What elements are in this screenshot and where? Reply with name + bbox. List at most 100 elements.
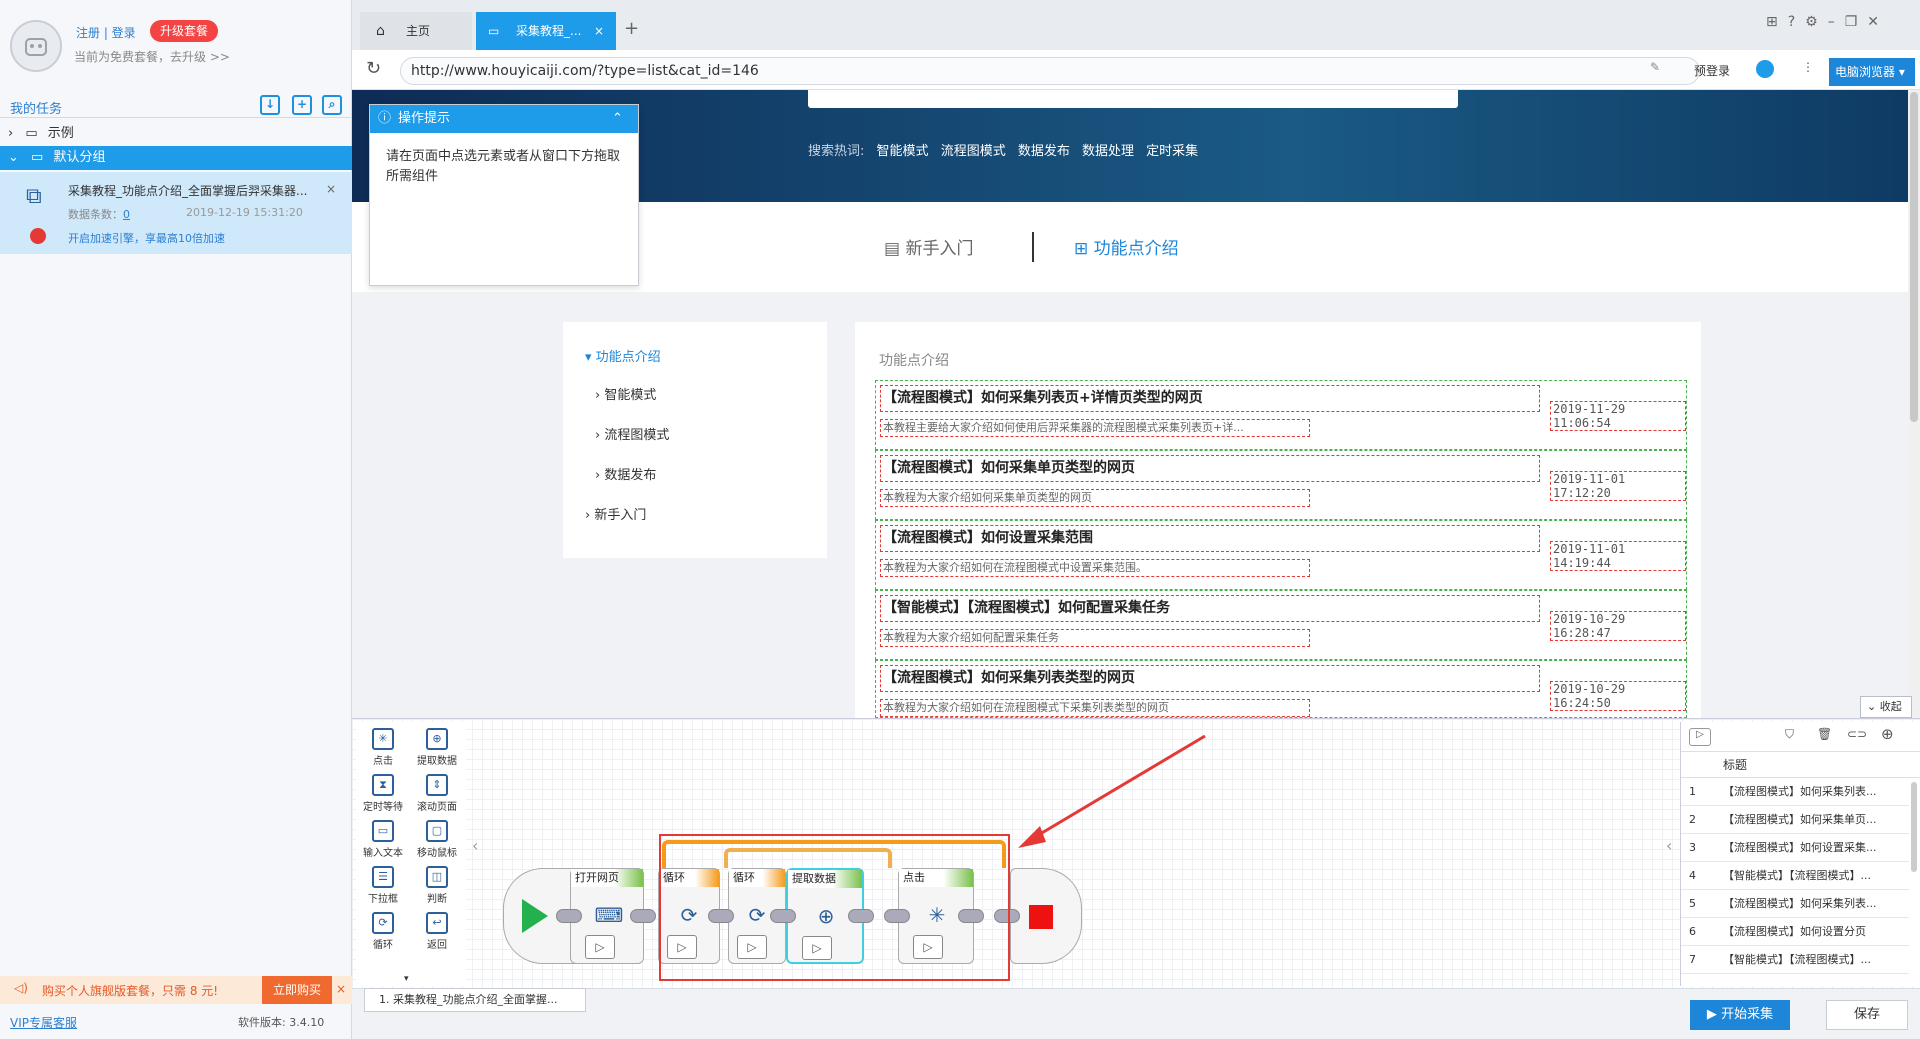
flowchart-icon: ⧉ [26,184,42,209]
close-icon[interactable]: × [326,182,336,196]
article-item[interactable]: 【流程图模式】如何采集列表页+详情页类型的网页 本教程主要给大家介绍如何使用后羿… [875,380,1687,450]
row-number: 2 [1689,813,1696,826]
palette-click[interactable]: ✳ 点击 [360,726,406,770]
login-link[interactable]: 注册 | 登录 [76,24,136,41]
article-item[interactable]: 【智能模式】【流程图模式】如何配置采集任务 本教程为大家介绍如何配置采集任务 2… [875,590,1687,660]
palette-loop[interactable]: ⟳ 循环 [360,910,406,954]
hot-word[interactable]: 数据发布 [1018,144,1070,159]
palette-dropdown[interactable]: ☰ 下拉框 [360,864,406,908]
trash-icon[interactable]: 🗑 [1817,727,1832,741]
close-icon[interactable]: × [594,12,604,50]
edit-icon[interactable]: ✎ [1650,60,1660,74]
run-button[interactable]: ▷ [585,935,615,959]
refresh-icon[interactable]: ↻ [366,58,381,79]
hot-word[interactable]: 定时采集 [1146,144,1198,159]
table-row[interactable]: 4 【智能模式】【流程图模式】... [1681,862,1909,890]
article-desc: 本教程主要给大家介绍如何使用后羿采集器的流程图模式采集列表页+详... [880,419,1310,437]
stop-icon [1029,905,1053,929]
search-task-icon[interactable]: ⌕ [322,95,342,115]
chevron-down-icon[interactable]: ▾ [404,974,409,984]
tasks-toolbar: 我的任务 ↓ + ⌕ [0,92,352,118]
leftnav-item[interactable]: › 新手入门 [585,504,646,523]
info-icon[interactable] [1756,60,1774,78]
palette-condition[interactable]: ◫ 判断 [414,864,460,908]
article-title[interactable]: 【流程图模式】如何设置采集范围 [880,525,1540,552]
chevron-left-icon[interactable]: ‹ [472,836,478,855]
hot-word[interactable]: 智能模式 [877,144,929,159]
hot-word[interactable]: 流程图模式 [941,144,1006,159]
my-tasks-label: 我的任务 [10,102,63,117]
article-desc: 本教程为大家介绍如何在流程图模式下采集列表类型的网页 [880,699,1310,717]
link-icon[interactable]: ⊂⊃ [1847,727,1867,741]
article-item[interactable]: 【流程图模式】如何采集单页类型的网页 本教程为大家介绍如何采集单页类型的网页 2… [875,450,1687,520]
tree-item-example[interactable]: › ▭ 示例 [0,122,352,146]
leftnav-item[interactable]: ▾ 功能点介绍 [585,346,661,365]
buy-now-button[interactable]: 立即购买 [262,976,332,1004]
collapse-button[interactable]: ⌄ 收起 [1860,696,1912,718]
site-search-box[interactable] [808,90,1458,108]
tab-active[interactable]: ▭ 采集教程_... × [476,12,616,50]
leftnav-item[interactable]: › 智能模式 [595,384,656,403]
close-icon[interactable]: × [336,982,346,996]
column-header[interactable]: 标题 [1681,752,1920,778]
scrollbar-thumb[interactable] [1910,92,1918,422]
filter-icon[interactable]: ⛉ [1785,727,1794,742]
prelogin-button[interactable]: 预登录 [1694,62,1730,79]
row-title: 【智能模式】【流程图模式】... [1723,953,1871,966]
panel-scrollbar[interactable] [1911,782,1917,872]
speed-link[interactable]: 开启加速引擎，享最高10倍加速 [68,230,225,246]
browser-icon: ⌨ [594,903,624,927]
article-item[interactable]: 【流程图模式】如何设置采集范围 本教程为大家介绍如何在流程图模式中设置采集范围。… [875,520,1687,590]
leftnav-item[interactable]: › 流程图模式 [595,424,669,443]
palette-mouse[interactable]: ▢ 移动鼠标 [414,818,460,862]
palette-wait[interactable]: ⧗ 定时等待 [360,772,406,816]
article-title[interactable]: 【智能模式】【流程图模式】如何配置采集任务 [880,595,1540,622]
table-row[interactable]: 6 【流程图模式】如何设置分页 [1681,918,1909,946]
end-node[interactable] [1010,868,1082,964]
tree-item-default[interactable]: ⌄ ▭ 默认分组 [0,146,352,170]
url-field[interactable]: http://www.houyicaiji.com/?type=list&cat… [400,57,1700,85]
window-controls[interactable]: ⊞?⚙–❐✕ [1766,14,1889,30]
import-icon[interactable]: ↓ [260,95,280,115]
palette-input[interactable]: ▭ 输入文本 [360,818,406,862]
article-title[interactable]: 【流程图模式】如何采集单页类型的网页 [880,455,1540,482]
tab-home[interactable]: ⌂ 主页 [360,12,472,50]
nav-beginner[interactable]: ▤ 新手入门 [884,234,973,259]
table-row[interactable]: 2 【流程图模式】如何采集单页... [1681,806,1909,834]
play-icon[interactable]: ▷ [1689,728,1711,746]
add-icon[interactable]: ⊕ [1881,725,1894,743]
node-title: 打开网页 [571,869,643,887]
chevron-left-icon[interactable]: ‹ [1666,836,1672,855]
loop-icon: ⟳ [372,912,394,934]
palette-back[interactable]: ↩ 返回 [414,910,460,954]
speaker-icon: ◁) [14,981,28,995]
table-row[interactable]: 1 【流程图模式】如何采集列表... [1681,778,1909,806]
leftnav-item[interactable]: › 数据发布 [595,464,656,483]
palette-scroll[interactable]: ⇕ 滚动页面 [414,772,460,816]
table-row[interactable]: 5 【流程图模式】如何采集列表... [1681,890,1909,918]
article-item[interactable]: 【流程图模式】如何采集列表类型的网页 本教程为大家介绍如何在流程图模式下采集列表… [875,660,1687,718]
table-row[interactable]: 7 【智能模式】【流程图模式】... [1681,946,1909,974]
save-button[interactable]: 保存 [1826,1000,1908,1030]
more-icon[interactable]: ⋮ [1802,60,1814,74]
article-title[interactable]: 【流程图模式】如何采集列表类型的网页 [880,665,1540,692]
table-row[interactable]: 3 【流程图模式】如何设置采集... [1681,834,1909,862]
nav-feature[interactable]: ⊞ 功能点介绍 [1074,234,1179,259]
article-title[interactable]: 【流程图模式】如何采集列表页+详情页类型的网页 [880,385,1540,412]
vip-support-link[interactable]: VIP专属客服 [10,1014,77,1031]
task-card[interactable]: ⧉ 采集教程_功能点介绍_全面掌握后羿采集器... × 数据条数：0 2019-… [0,172,352,254]
hot-word[interactable]: 数据处理 [1082,144,1134,159]
palette-extract[interactable]: ⊕ 提取数据 [414,726,460,770]
chevron-up-icon[interactable]: ⌃ [612,105,623,133]
tip-header[interactable]: ⓘ 操作提示 ⌃ [370,105,638,133]
upgrade-button[interactable]: 升级套餐 [150,20,219,42]
avatar[interactable] [10,20,62,72]
row-title: 【流程图模式】如何设置分页 [1723,925,1866,938]
plan-text[interactable]: 当前为免费套餐，去升级 >> [74,48,230,65]
new-tab-icon[interactable]: + [624,18,639,39]
connector [630,909,656,923]
browser-mode-button[interactable]: 电脑浏览器 ▾ [1829,58,1915,86]
start-collect-button[interactable]: ▶ 开始采集 [1690,1000,1790,1030]
add-task-icon[interactable]: + [292,95,312,115]
task-tab[interactable]: 1. 采集教程_功能点介绍_全面掌握... [364,988,586,1012]
